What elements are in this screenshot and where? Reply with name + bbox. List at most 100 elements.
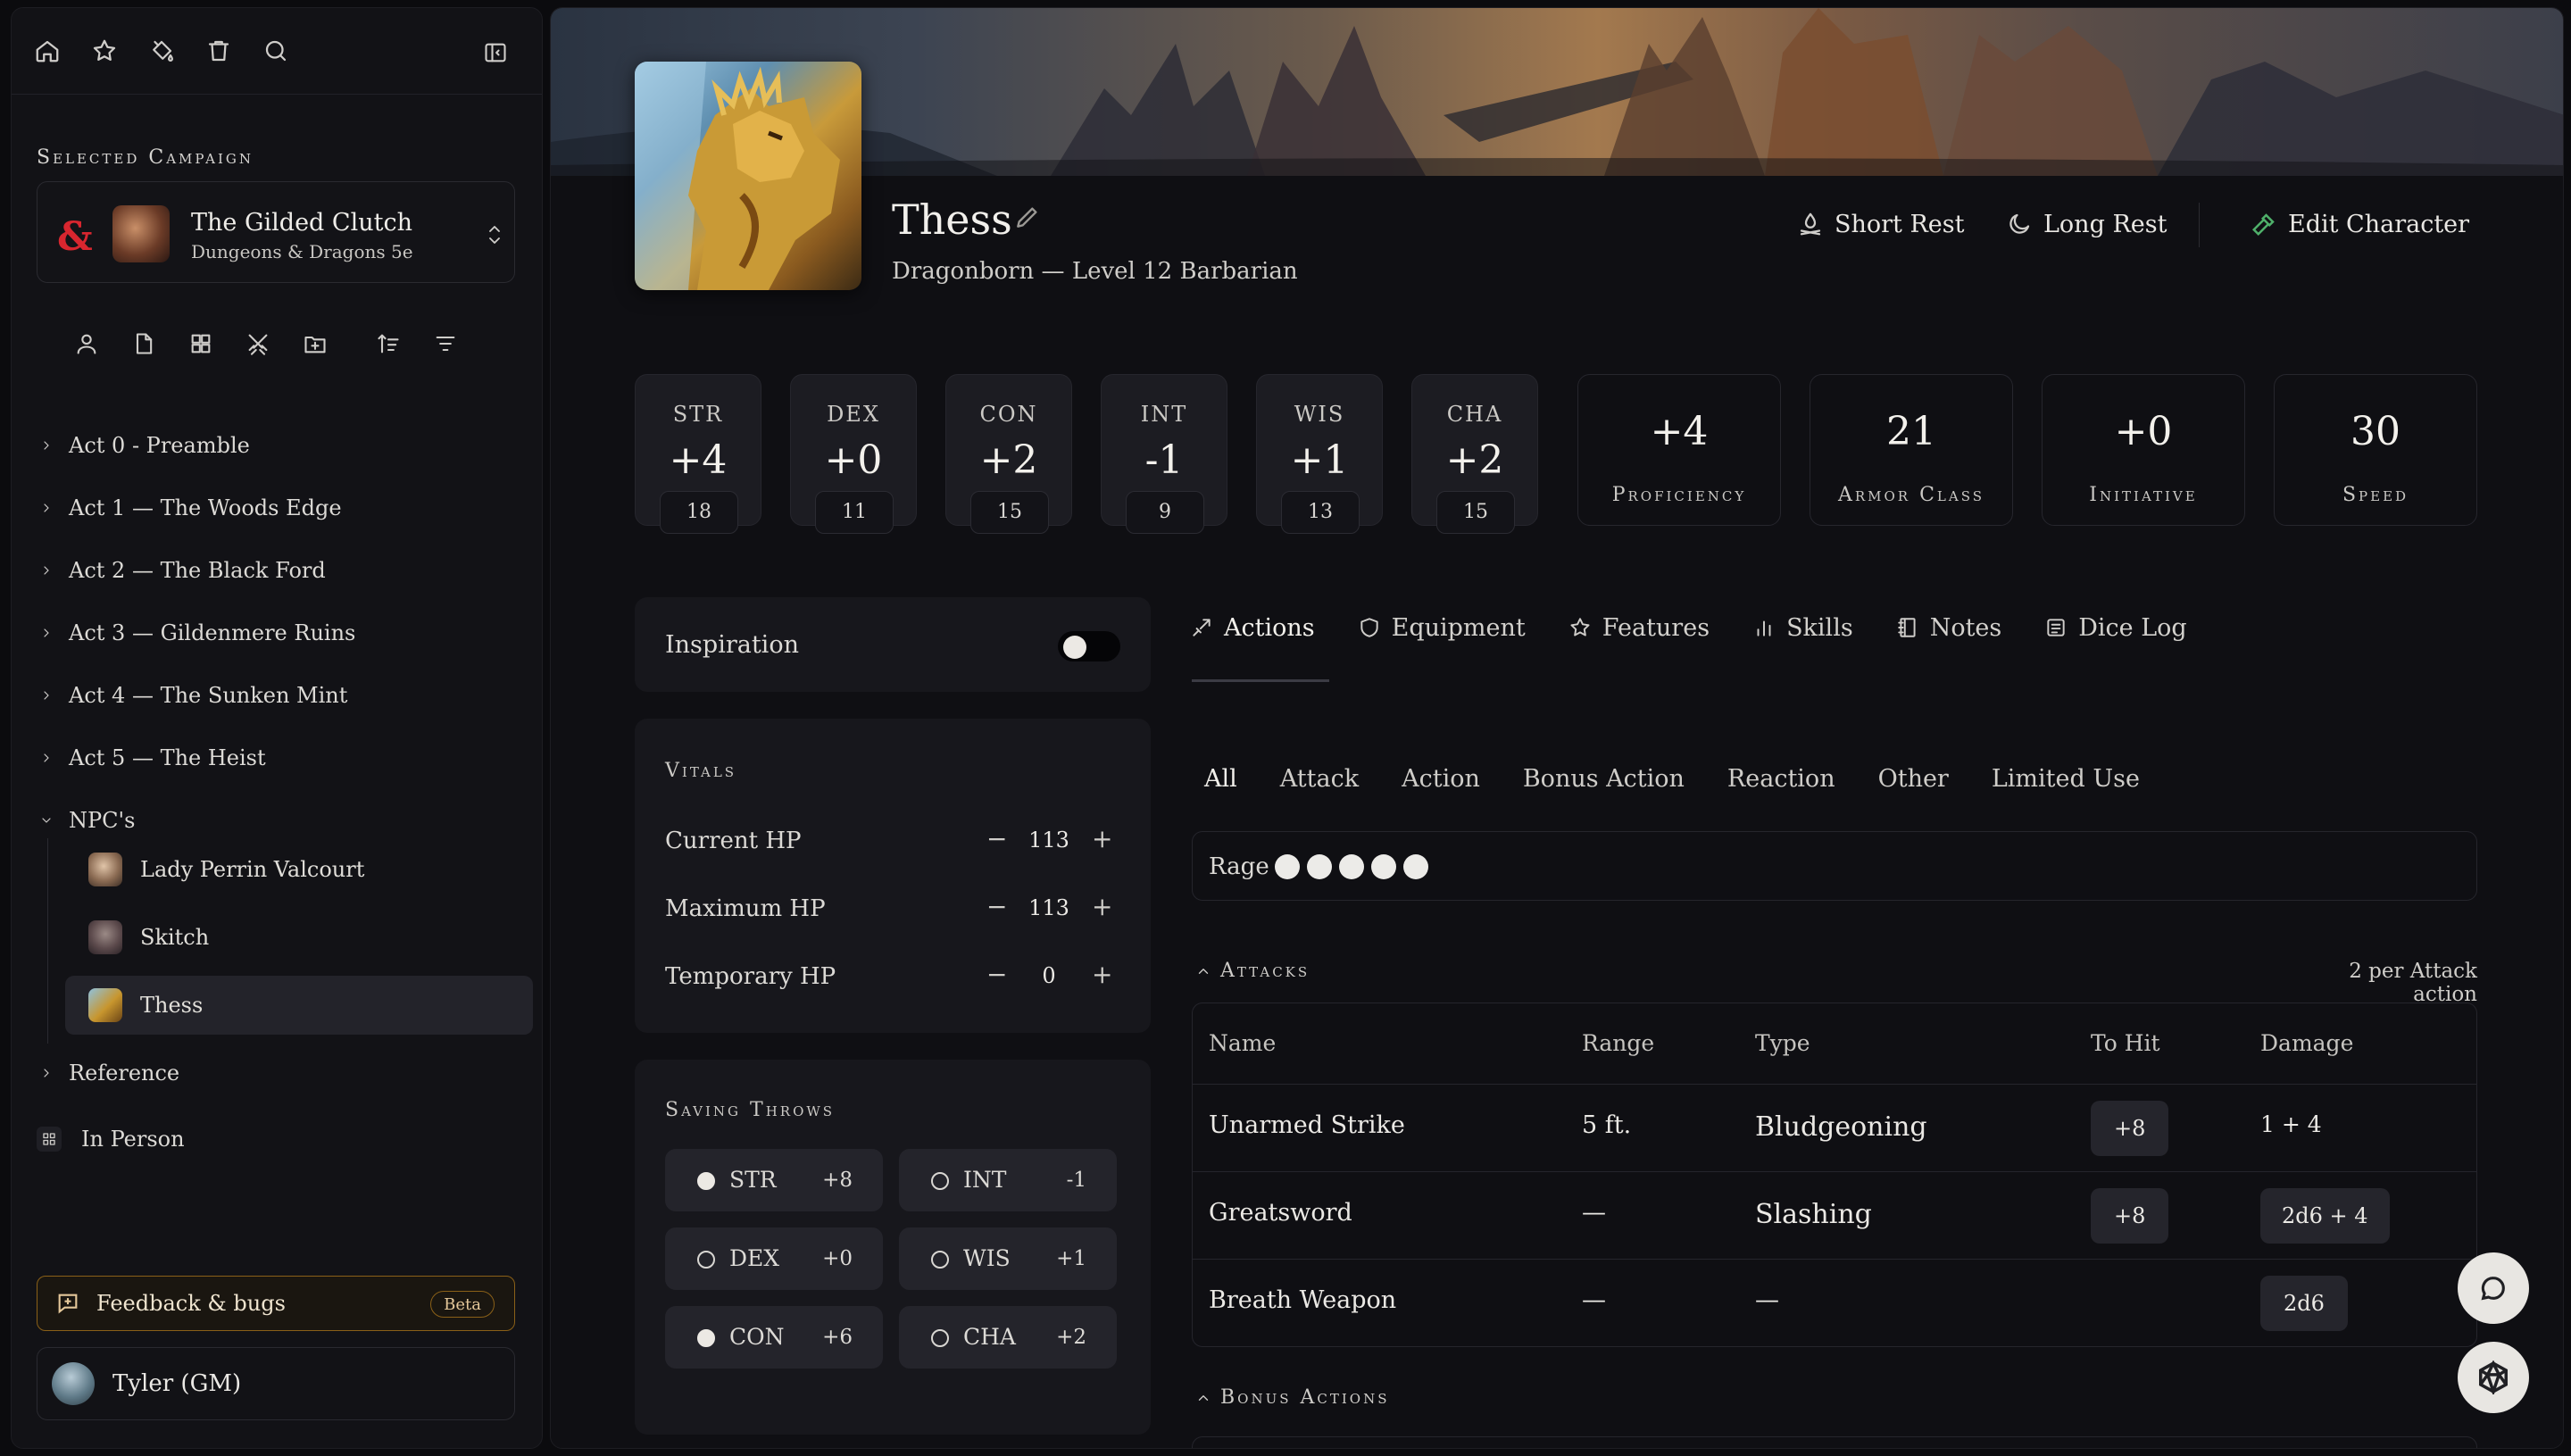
collapse-sidebar-icon[interactable] [481,38,510,67]
home-icon[interactable] [33,37,62,65]
tab-notes[interactable]: Notes [1896,606,2001,649]
save-int[interactable]: INT -1 [899,1149,1117,1211]
d20-icon [2479,1360,2508,1394]
edit-character-button[interactable]: Edit Character [2251,206,2469,242]
tree-item-act-5[interactable]: Act 5 — The Heist [37,727,537,789]
vital-value[interactable]: 113 [1022,895,1076,920]
filter-reaction[interactable]: Reaction [1727,765,1835,793]
table-row[interactable]: Greatsword — Slashing +8 2d6 + 4 [1193,1171,2476,1259]
increment-button[interactable]: + [1092,892,1112,921]
save-dex[interactable]: DEX +0 [665,1227,883,1290]
grid-icon[interactable] [187,329,215,358]
to-hit-button[interactable]: +8 [2091,1188,2169,1244]
save-str[interactable]: STR +8 [665,1149,883,1211]
tree-item-act-1[interactable]: Act 1 — The Woods Edge [37,477,537,539]
tree-item-act-4[interactable]: Act 4 — The Sunken Mint [37,664,537,727]
beta-badge: Beta [430,1291,495,1318]
save-wis[interactable]: WIS +1 [899,1227,1117,1290]
ability-wis[interactable]: WIS +1 13 [1256,374,1383,534]
save-bonus: +0 [822,1247,853,1270]
feedback-button[interactable]: Feedback & bugs Beta [37,1276,515,1331]
npc-item-skitch[interactable]: Skitch [65,908,533,967]
decrement-button[interactable]: − [986,824,1007,853]
tab-equipment[interactable]: Equipment [1358,606,1526,649]
short-rest-button[interactable]: Short Rest [1797,206,1965,242]
rage-charge[interactable] [1307,854,1332,879]
tree-item-act-3[interactable]: Act 3 — Gildenmere Ruins [37,602,537,664]
tab-features[interactable]: Features [1568,606,1710,649]
tree-item-act-0[interactable]: Act 0 - Preamble [37,414,537,477]
tree-item-in-person[interactable]: In Person [37,1108,519,1170]
save-con[interactable]: CON +6 [665,1306,883,1369]
pencil-icon[interactable] [1013,203,1042,231]
campaign-selector[interactable]: & The Gilded Clutch Dungeons & Dragons 5… [37,181,515,283]
filter-other[interactable]: Other [1878,765,1949,793]
table-row[interactable]: Breath Weapon — — 2d6 [1193,1259,2476,1346]
tab-label: Actions [1224,613,1315,642]
ability-dex[interactable]: DEX +0 11 [790,374,917,534]
stat-value: 21 [1886,409,1936,454]
rage-charge[interactable] [1275,854,1300,879]
to-hit-button[interactable]: +8 [2091,1101,2169,1156]
ability-int[interactable]: INT -1 9 [1101,374,1227,534]
damage-button[interactable]: 2d6 [2260,1276,2348,1331]
character-portrait[interactable] [635,62,861,290]
increment-button[interactable]: + [1092,824,1112,853]
filter-attack[interactable]: Attack [1280,765,1359,793]
folder-plus-icon[interactable] [301,329,329,358]
rage-charge[interactable] [1371,854,1396,879]
avatar [52,1362,95,1405]
proficiency-dot [931,1329,949,1347]
decrement-button[interactable]: − [986,892,1007,921]
damage-button[interactable]: 2d6 + 4 [2260,1188,2390,1244]
vital-value[interactable]: 0 [1022,963,1076,988]
sidebar-tools [72,329,460,358]
ability-cha[interactable]: CHA +2 15 [1411,374,1538,534]
trash-icon[interactable] [204,37,233,65]
npc-item-lady-perrin[interactable]: Lady Perrin Valcourt [65,840,533,899]
table-row[interactable]: Unarmed Strike 5 ft. Bludgeoning +8 1 + … [1193,1084,2476,1171]
chat-bubble-icon [2481,1277,2505,1301]
chat-button[interactable] [2458,1252,2529,1324]
tab-skills[interactable]: Skills [1752,606,1853,649]
search-icon[interactable] [262,37,290,65]
crossed-swords-icon[interactable] [244,329,272,358]
ability-con[interactable]: CON +2 15 [945,374,1072,534]
tree-item-reference[interactable]: Reference [37,1042,519,1104]
long-rest-button[interactable]: Long Rest [2006,206,2167,242]
filter-all[interactable]: All [1204,765,1237,793]
filter-bonus-action[interactable]: Bonus Action [1523,765,1685,793]
inspiration-label: Inspiration [665,631,799,659]
rage-charge[interactable] [1339,854,1364,879]
rage-charge[interactable] [1403,854,1428,879]
ability-str[interactable]: STR +4 18 [635,374,761,534]
character-subtitle: Dragonborn — Level 12 Barbarian [892,258,1298,285]
save-cha[interactable]: CHA +2 [899,1306,1117,1369]
stat-initiative[interactable]: +0 Initiative [2042,374,2245,526]
paint-bucket-icon[interactable] [147,37,176,65]
tab-actions[interactable]: Actions [1190,606,1315,649]
decrement-button[interactable]: − [986,960,1007,989]
tab-dice-log[interactable]: Dice Log [2044,606,2187,649]
filter-action[interactable]: Action [1402,765,1480,793]
sort-icon[interactable] [374,329,403,358]
filter-icon[interactable] [431,329,460,358]
inspiration-toggle[interactable] [1058,631,1120,661]
attacks-section-toggle[interactable]: Attacks [1195,960,1310,982]
vital-value[interactable]: 113 [1022,828,1076,853]
dice-roller-button[interactable] [2458,1342,2529,1413]
attack-type: — [1755,1286,1779,1314]
tree-item-act-2[interactable]: Act 2 — The Black Ford [37,539,537,602]
stat-label: Speed [2342,484,2409,506]
star-icon[interactable] [90,37,119,65]
filter-limited-use[interactable]: Limited Use [1992,765,2140,793]
user-icon[interactable] [72,329,101,358]
star-icon [1570,618,1590,636]
increment-button[interactable]: + [1092,960,1112,989]
campaign-title: The Gilded Clutch [191,209,412,237]
tree-item-label: Act 0 - Preamble [69,433,250,458]
user-account-button[interactable]: Tyler (GM) [37,1347,515,1420]
bonus-actions-section-toggle[interactable]: Bonus Actions [1195,1386,1390,1409]
document-icon[interactable] [129,329,158,358]
npc-item-thess[interactable]: Thess [65,976,533,1035]
